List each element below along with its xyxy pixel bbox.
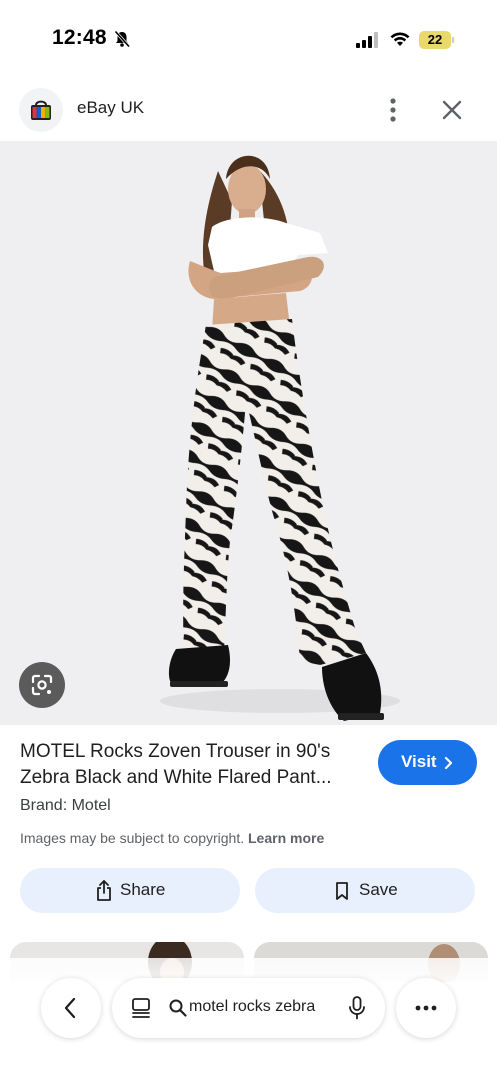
tabs-icon	[132, 998, 150, 1018]
product-title-line-2: Zebra Black and White Flared Pant...	[20, 767, 332, 788]
bell-slash-icon	[114, 30, 131, 48]
status-bar: 12:48 22	[0, 0, 497, 80]
more-horiz-icon	[415, 1005, 437, 1011]
bookmark-icon	[336, 882, 348, 900]
copyright-text: Images may be subject to copyright.	[20, 830, 245, 846]
product-image[interactable]	[0, 141, 497, 725]
ebay-logo-icon[interactable]	[19, 88, 63, 132]
visit-button[interactable]: Visit	[378, 740, 477, 785]
product-title-line-1: MOTEL Rocks Zoven Trouser in 90's	[20, 741, 331, 762]
google-lens-icon[interactable]	[19, 662, 65, 708]
mic-icon[interactable]	[348, 996, 366, 1020]
save-button[interactable]: Save	[255, 868, 475, 913]
result-header: eBay UK	[0, 82, 497, 138]
battery-level: 22	[427, 32, 443, 47]
close-icon[interactable]	[438, 96, 466, 124]
chevron-right-icon	[444, 756, 453, 770]
signal-icon	[356, 32, 378, 48]
save-label: Save	[359, 880, 398, 899]
back-icon	[64, 997, 76, 1019]
more-vert-icon[interactable]	[381, 96, 405, 124]
product-title[interactable]: MOTEL Rocks Zoven Trouser in 90's Zebra …	[20, 739, 365, 791]
back-button[interactable]	[41, 978, 101, 1038]
search-bar[interactable]: motel rocks zebra	[112, 978, 385, 1038]
site-name[interactable]: eBay UK	[77, 98, 144, 118]
search-icon	[169, 999, 187, 1017]
visit-label: Visit	[401, 752, 437, 771]
share-button[interactable]: Share	[20, 868, 240, 913]
battery-icon: 22	[419, 31, 455, 49]
learn-more-link[interactable]: Learn more	[248, 830, 324, 846]
share-label: Share	[120, 880, 166, 899]
more-options-button[interactable]	[396, 978, 456, 1038]
wifi-icon	[390, 32, 410, 46]
status-time: 12:48	[52, 26, 107, 49]
brand-label: Brand: Motel	[20, 797, 111, 814]
model-photo	[160, 155, 400, 721]
share-icon	[97, 880, 111, 901]
search-query[interactable]: motel rocks zebra	[189, 998, 329, 1016]
copyright-notice: Images may be subject to copyright. Lear…	[20, 830, 324, 846]
